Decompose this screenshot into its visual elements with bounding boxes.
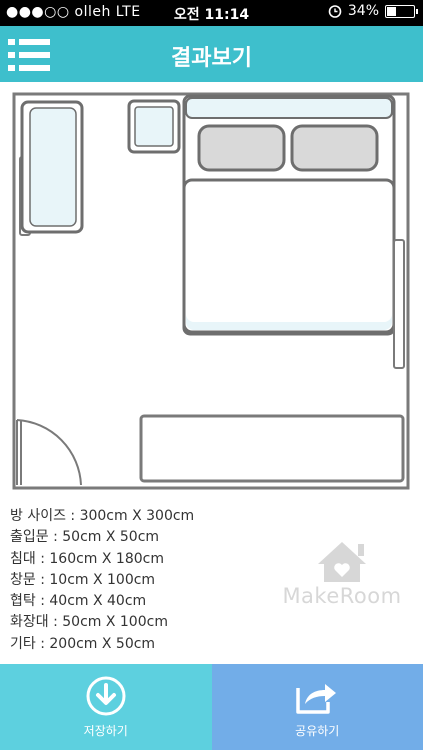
logo-text: MakeRoom <box>282 584 402 608</box>
bed-blanket-top <box>186 182 392 322</box>
bed-headboard <box>185 97 393 119</box>
save-label: 저장하기 <box>83 723 128 738</box>
house-heart-icon <box>318 542 366 582</box>
share-button[interactable]: 공유하기 <box>211 664 423 750</box>
info-line-bed: 침대 : 160cm X 180cm <box>10 550 164 567</box>
status-right: 34% <box>328 3 418 19</box>
bed-pillow-left <box>197 124 286 172</box>
battery-percent: 34% <box>347 3 379 19</box>
share-label: 공유하기 <box>295 723 340 738</box>
info-line-nightstand: 협탁 : 40cm X 40cm <box>10 593 147 610</box>
other-furniture[interactable] <box>139 414 405 483</box>
info-line-vanity: 화장대 : 50cm X 100cm <box>10 614 168 631</box>
bottom-bar: 저장하기 공유하기 <box>0 664 423 750</box>
battery-icon <box>385 4 418 18</box>
save-button[interactable]: 저장하기 <box>0 664 212 750</box>
window-right <box>393 239 405 369</box>
size-info: 방 사이즈 : 300cm X 300cm 출입문 : 50cm X 50cm … <box>10 506 194 655</box>
download-circle-icon <box>86 676 126 715</box>
vanity-mirror <box>29 107 77 227</box>
floor-plan <box>12 92 410 490</box>
info-line-door: 출입문 : 50cm X 50cm <box>10 529 160 546</box>
info-line-window: 창문 : 10cm X 100cm <box>10 571 156 588</box>
app-header: 결과보기 <box>0 26 423 82</box>
bed-pillow-right <box>290 124 379 172</box>
share-box-icon <box>296 683 337 714</box>
nightstand-top <box>134 106 174 147</box>
status-bar: ●●●○○ olleh LTE 오전 11:14 34% <box>0 0 423 26</box>
page-title: 결과보기 <box>171 46 252 71</box>
alarm-icon <box>328 5 342 18</box>
info-line-room: 방 사이즈 : 300cm X 300cm <box>10 508 195 524</box>
makeroom-logo: MakeRoom <box>272 540 412 612</box>
info-line-etc: 기타 : 200cm X 50cm <box>10 635 156 652</box>
